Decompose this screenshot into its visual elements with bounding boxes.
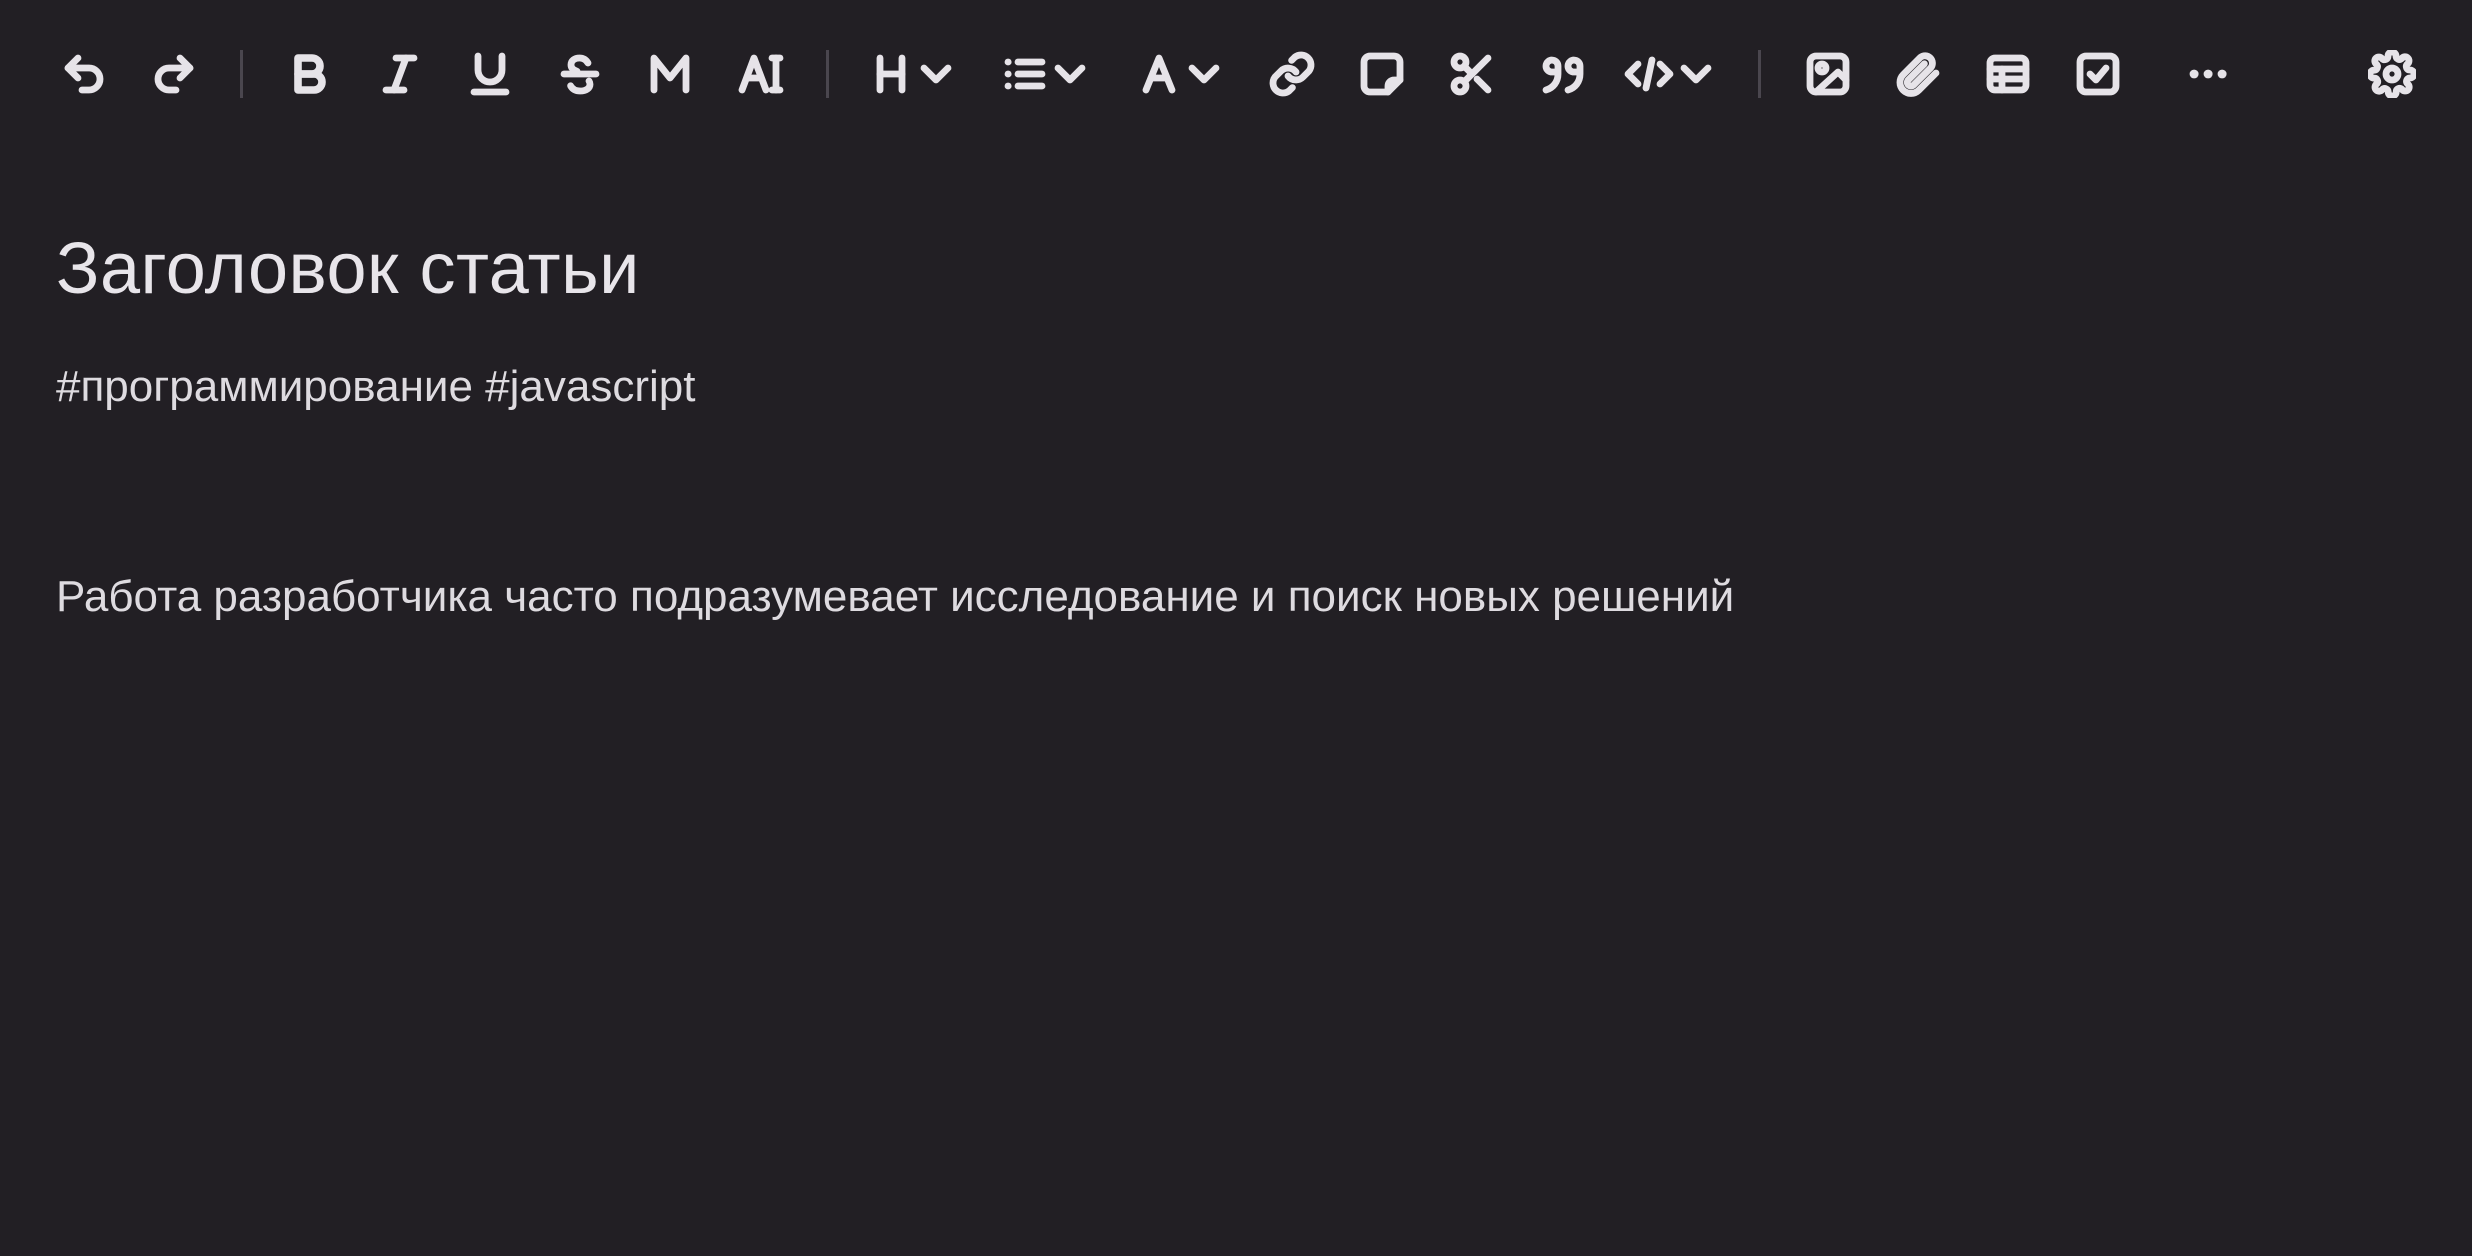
list-dropdown[interactable] [1000,44,1092,104]
document-tags[interactable]: #программирование #javascript [56,362,695,412]
strikethrough-icon [560,54,600,95]
checkbox-icon [2076,52,2120,96]
italic-button[interactable] [374,44,426,104]
font-color-dropdown-icon [1142,54,1220,94]
checklist-button[interactable] [2072,44,2124,104]
list-dropdown-icon [1004,58,1086,90]
strikethrough-button[interactable] [554,44,606,104]
sticky-note-button[interactable] [1356,44,1408,104]
document-title[interactable]: Заголовок статьи [56,228,640,310]
toolbar-separator [240,50,243,98]
code-dropdown[interactable] [1622,44,1714,104]
sticky-note-icon [1360,52,1404,96]
attachment-button[interactable] [1892,44,1944,104]
heading-dropdown[interactable] [870,44,962,104]
underline-button[interactable] [464,44,516,104]
quote-icon [1542,56,1584,94]
document-paragraph[interactable]: Работа разработчика часто подразумевает … [56,572,1734,622]
code-dropdown-icon [1624,56,1712,92]
toolbar-separator [1758,50,1761,98]
editor-window: Заголовок статьи #программирование #java… [0,0,2472,1256]
table-icon [1986,54,2030,94]
undo-button[interactable] [58,44,110,104]
toolbar-separator [826,50,829,98]
undo-icon [64,54,104,94]
gear-icon [2368,50,2416,98]
toolbar [0,0,2472,148]
underline-icon [470,52,510,96]
bold-button[interactable] [284,44,336,104]
clear-format-button[interactable] [736,44,788,104]
table-button[interactable] [1982,44,2034,104]
link-button[interactable] [1266,44,1318,104]
scissors-icon [1450,52,1492,96]
text-color-dropdown[interactable] [1138,44,1230,104]
highlight-m-icon [650,54,690,94]
highlight-button[interactable] [644,44,696,104]
redo-button[interactable] [148,44,200,104]
image-button[interactable] [1802,44,1854,104]
quote-button[interactable] [1534,44,1590,104]
redo-icon [154,54,194,94]
link-icon [1269,51,1315,97]
cut-button[interactable] [1446,44,1498,104]
more-horizontal-icon [2189,69,2227,79]
paperclip-icon [1896,52,1940,97]
image-icon [1806,52,1850,96]
text-cursor-icon [738,54,784,94]
heading-dropdown-icon [876,54,952,94]
bold-icon [294,54,326,94]
italic-icon [382,54,418,94]
settings-button[interactable] [2364,44,2420,104]
more-button[interactable] [2180,44,2236,104]
